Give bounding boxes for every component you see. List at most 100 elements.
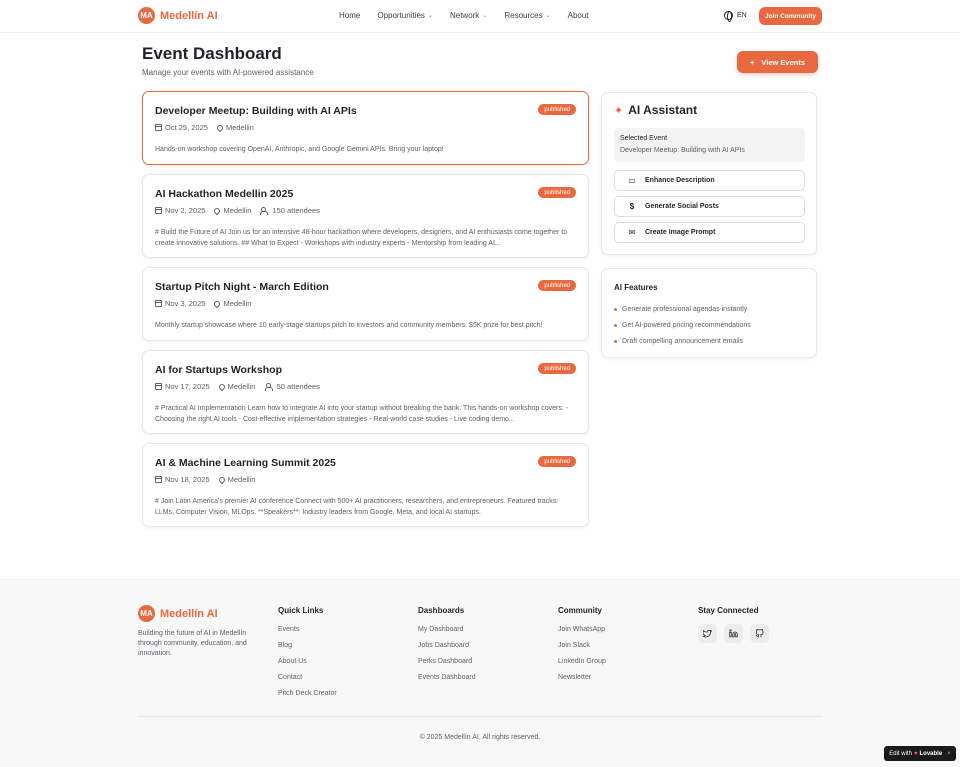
nav-opportunities[interactable]: Opportunities ⌄ (377, 11, 433, 20)
linkedin-icon[interactable] (724, 624, 743, 643)
footer-quick-links: Quick Links Events Blog About Us Contact… (278, 606, 337, 706)
event-card[interactable]: AI Hackathon Medellin 2025 published Nov… (142, 174, 589, 258)
event-title: Developer Meetup: Building with AI APIs (155, 105, 357, 117)
nav-label: Home (339, 11, 361, 20)
footer-heading: Quick Links (278, 606, 324, 615)
dollar-icon: $ (629, 202, 635, 211)
calendar-icon (155, 383, 162, 390)
chevron-down-icon: ⌄ (545, 13, 551, 19)
github-icon[interactable] (750, 624, 769, 643)
event-description: Monthly startup showcase where 10 early-… (155, 322, 543, 329)
logo-text: Medellín AI (160, 9, 218, 22)
event-location: Medellin (227, 475, 256, 484)
footer-stay-connected: Stay Connected (698, 606, 758, 626)
chevron-down-icon: ⌄ (482, 13, 488, 19)
event-date: Nov 2, 2025 (165, 206, 206, 215)
footer-dashboards: Dashboards My Dashboard Jobs Dashboard P… (418, 606, 476, 690)
status-badge: published (538, 363, 576, 374)
feature-item: Generate professional agendas instantly (614, 306, 747, 313)
heart-icon: ♥ (913, 750, 918, 757)
button-label: Enhance Description (645, 177, 715, 184)
event-meta: Nov 2, 2025 Medellin 150 attendees (155, 206, 320, 215)
event-location: Medellin (223, 206, 252, 215)
ai-assistant-title: ✦ AI Assistant (614, 103, 697, 117)
footer-link[interactable]: Pitch Deck Creator (278, 690, 337, 698)
footer-link[interactable]: Newsletter (558, 674, 606, 682)
event-card[interactable]: AI for Startups Workshop published Nov 1… (142, 350, 589, 434)
map-pin-icon (213, 206, 222, 215)
ai-features-panel: AI Features Generate professional agenda… (601, 268, 817, 358)
join-community-button[interactable]: Join Community (759, 7, 822, 25)
status-badge: published (538, 104, 576, 115)
footer-link[interactable]: Events (278, 626, 337, 634)
status-badge: published (538, 280, 576, 291)
sparkles-icon: ✦ (614, 104, 624, 117)
event-attendees: 50 attendees (276, 382, 320, 391)
edit-with-lovable-badge[interactable]: Edit with ♥ Lovable × (884, 746, 956, 761)
footer-link[interactable]: Events Dashboard (418, 674, 476, 682)
enhance-description-button[interactable]: ▭ Enhance Description (614, 170, 805, 191)
calendar-icon (155, 124, 162, 131)
footer-divider (138, 716, 822, 717)
language-switcher[interactable]: EN (724, 11, 747, 22)
event-description: # Practical AI Implementation Learn how … (155, 405, 569, 423)
footer-link[interactable]: Join WhatsApp (558, 626, 606, 634)
event-description: # Join Latin America's premier AI confer… (155, 498, 559, 516)
status-badge: published (538, 456, 576, 467)
event-card[interactable]: Startup Pitch Night - March Edition publ… (142, 267, 589, 341)
close-icon[interactable]: × (947, 751, 951, 757)
view-events-button[interactable]: + View Events (737, 51, 818, 73)
bullet-icon (614, 340, 617, 343)
logo-badge: MA (138, 605, 155, 622)
twitter-icon[interactable] (698, 624, 717, 643)
lovable-prefix: Edit with (889, 750, 912, 757)
chevron-down-icon: ⌄ (427, 13, 433, 19)
event-date: Nov 3, 2025 (165, 299, 206, 308)
ai-features-title: AI Features (614, 283, 658, 292)
event-title: AI Hackathon Medellin 2025 (155, 188, 294, 200)
event-card[interactable]: AI & Machine Learning Summit 2025 publis… (142, 443, 589, 527)
site-logo[interactable]: MA Medellín AI (138, 7, 218, 24)
map-pin-icon (213, 299, 222, 308)
event-date: Nov 17, 2025 (165, 382, 210, 391)
logo-text: Medellín AI (160, 607, 218, 620)
lovable-brand: Lovable (919, 750, 943, 757)
feature-item: Draft compelling announcement emails (614, 338, 743, 345)
nav-home[interactable]: Home (339, 11, 360, 20)
event-location: Medellin (223, 299, 252, 308)
event-meta: Nov 18, 2025 Medellin (155, 475, 256, 484)
status-badge: published (538, 187, 576, 198)
footer-heading: Dashboards (418, 606, 465, 615)
footer-community: Community Join WhatsApp Join Slack Linke… (558, 606, 606, 690)
page-subtitle: Manage your events with AI-powered assis… (142, 68, 314, 77)
feature-text: Get AI-powered pricing recommendations (622, 322, 751, 329)
footer-link[interactable]: My Dashboard (418, 626, 476, 634)
view-events-label: View Events (761, 57, 806, 67)
event-card[interactable]: Developer Meetup: Building with AI APIs … (142, 91, 589, 165)
nav-label: Network (449, 11, 480, 20)
nav-resources[interactable]: Resources ⌄ (504, 11, 550, 20)
footer-link[interactable]: Jobs Dashboard (418, 642, 476, 650)
event-meta: Nov 17, 2025 Medellin 50 attendees (155, 382, 320, 391)
footer-heading: Stay Connected (698, 606, 759, 615)
footer-logo[interactable]: MA Medellín AI (138, 605, 218, 622)
users-icon (260, 207, 269, 215)
footer-link[interactable]: Contact (278, 674, 337, 682)
globe-icon (724, 11, 733, 22)
feature-text: Generate professional agendas instantly (622, 306, 748, 313)
event-date: Nov 18, 2025 (165, 475, 210, 484)
event-attendees: 150 attendees (272, 206, 320, 215)
nav-label: Resources (504, 11, 543, 20)
nav-about[interactable]: About (568, 11, 589, 20)
footer-link[interactable]: Join Slack (558, 642, 606, 650)
users-icon (264, 383, 274, 391)
create-image-prompt-button[interactable]: ✉ Create Image Prompt (614, 222, 805, 243)
footer-link[interactable]: LinkedIn Group (558, 658, 606, 666)
nav-network[interactable]: Network ⌄ (450, 11, 487, 20)
footer-link[interactable]: Perks Dashboard (418, 658, 476, 666)
footer-link[interactable]: Blog (278, 642, 337, 650)
generate-social-posts-button[interactable]: $ Generate Social Posts (614, 196, 805, 217)
feature-text: Draft compelling announcement emails (622, 338, 744, 345)
footer-link[interactable]: About Us (278, 658, 337, 666)
event-title: AI for Startups Workshop (155, 364, 282, 376)
